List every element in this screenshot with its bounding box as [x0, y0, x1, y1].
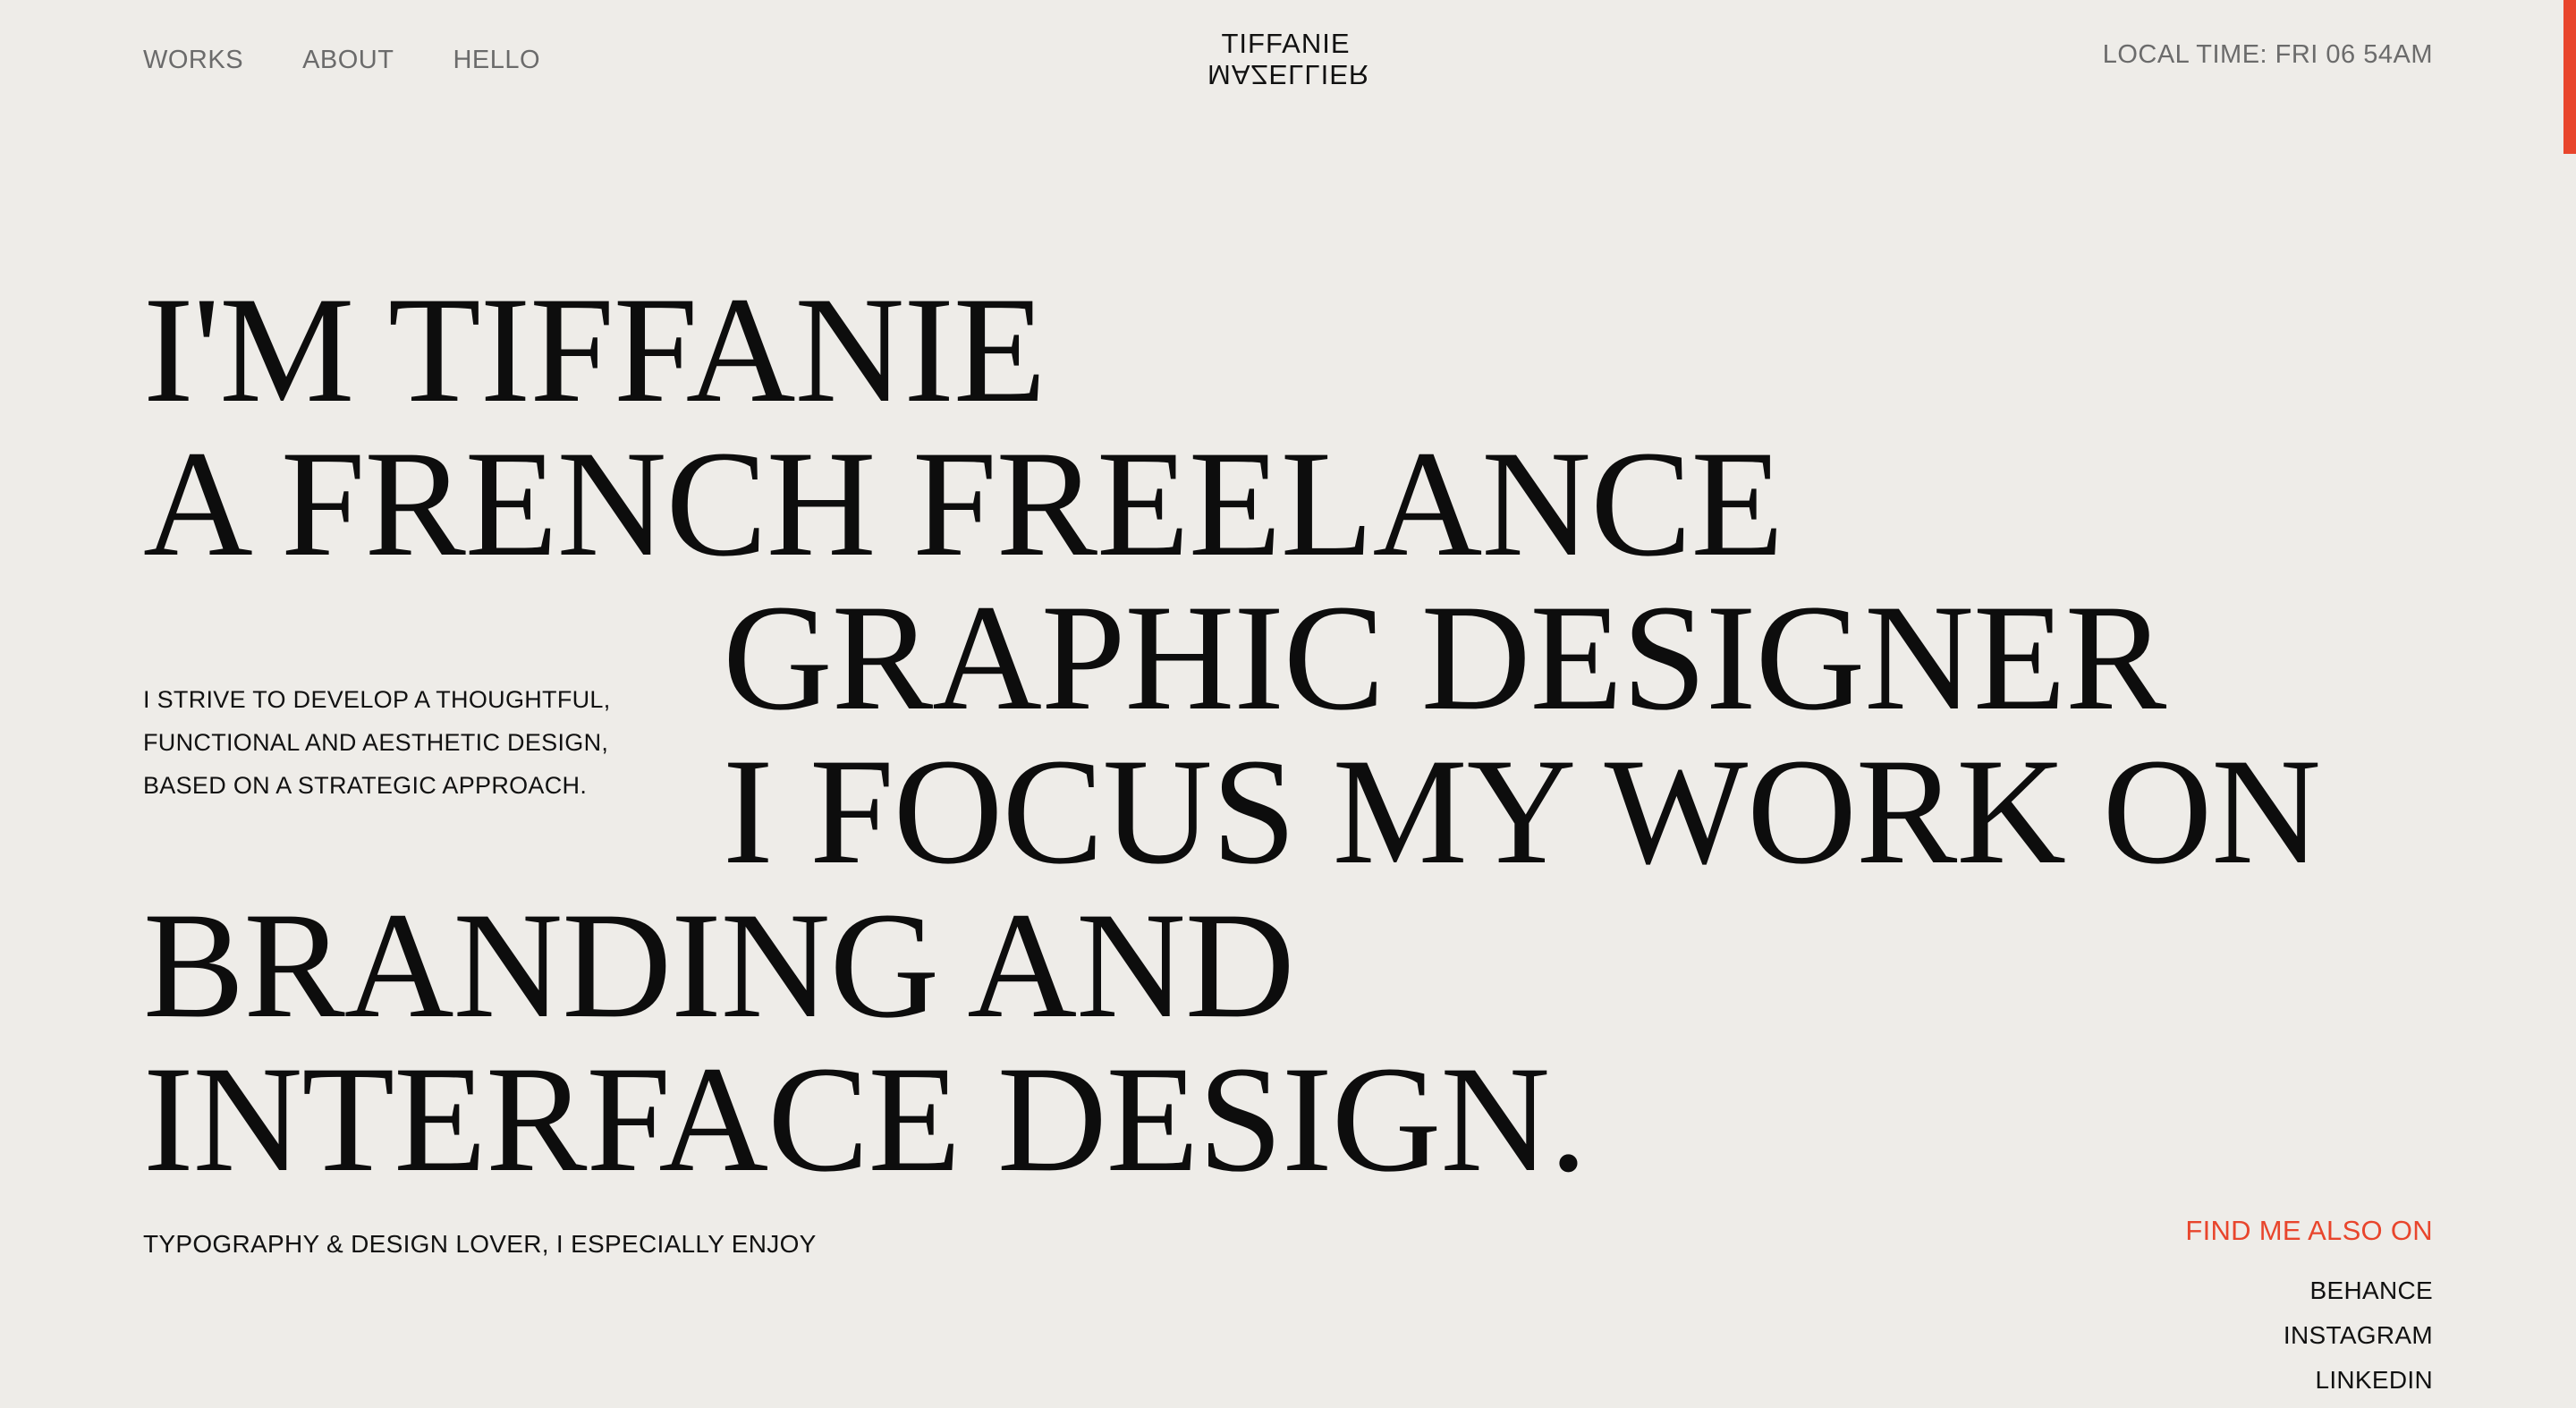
- local-time: LOCAL TIME: FRI 06 54AM: [2102, 40, 2433, 69]
- intro-line: FUNCTIONAL AND AESTHETIC DESIGN,: [143, 729, 609, 756]
- social-link-instagram[interactable]: INSTAGRAM: [2284, 1313, 2433, 1358]
- social-link-linkedin[interactable]: LINKEDIN: [2284, 1358, 2433, 1403]
- intro-line: I STRIVE TO DEVELOP A THOUGHTFUL,: [143, 686, 611, 713]
- scroll-progress-bar: [2563, 0, 2576, 154]
- hero-line: A FRENCH FREELANCE: [143, 420, 1784, 588]
- nav-link-about[interactable]: ABOUT: [302, 46, 394, 75]
- intro-text: I STRIVE TO DEVELOP A THOUGHTFUL, FUNCTI…: [143, 678, 611, 807]
- social-link-behance[interactable]: BEHANCE: [2284, 1268, 2433, 1313]
- social-links: BEHANCE INSTAGRAM LINKEDIN: [2284, 1268, 2433, 1403]
- logo-last-name-flipped: MAZELLIER: [1208, 59, 1370, 90]
- hero-line: BRANDING AND: [143, 881, 1295, 1049]
- hero-line: I'M TIFFANIE: [143, 266, 1046, 434]
- tagline-text: TYPOGRAPHY & DESIGN LOVER, I ESPECIALLY …: [143, 1230, 817, 1258]
- intro-line: BASED ON A STRATEGIC APPROACH.: [143, 772, 588, 799]
- nav-link-works[interactable]: WORKS: [143, 46, 243, 75]
- hero-line: INTERFACE DESIGN.: [143, 1035, 1588, 1203]
- social-title: FIND ME ALSO ON: [2185, 1215, 2433, 1246]
- nav-link-hello[interactable]: HELLO: [453, 46, 540, 75]
- site-logo[interactable]: TIFFANIE MAZELLIER: [1208, 28, 1370, 91]
- main-nav: WORKS ABOUT HELLO: [143, 46, 540, 75]
- logo-first-name: TIFFANIE: [1221, 28, 1351, 59]
